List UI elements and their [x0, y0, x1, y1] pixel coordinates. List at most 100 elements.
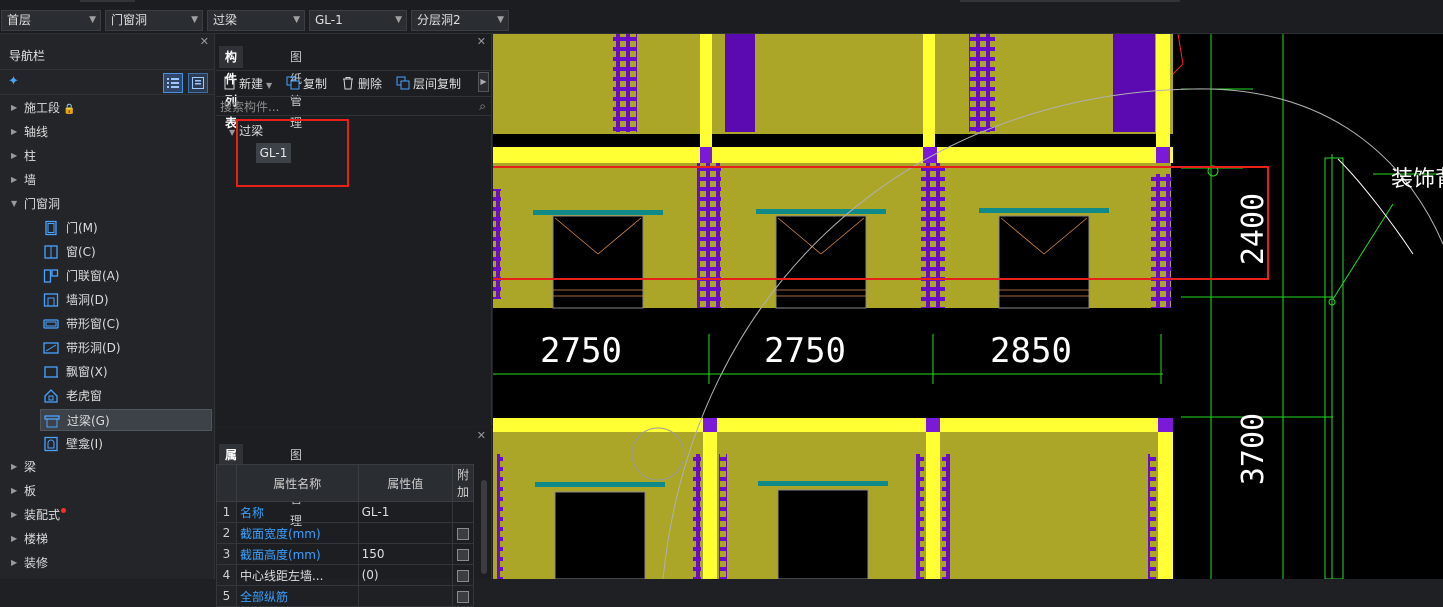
- nav-item-decoration[interactable]: ▶ 装修: [0, 551, 214, 575]
- more-options-button[interactable]: ▶: [478, 72, 489, 92]
- extra-checkbox[interactable]: [457, 569, 469, 582]
- property-row[interactable]: 1 名称 GL-1: [216, 501, 474, 523]
- floor-copy-button-label: 层间复制: [413, 77, 462, 91]
- window-icon: [44, 245, 58, 259]
- component-select[interactable]: GL-1 ▼: [309, 10, 407, 31]
- scrollbar[interactable]: [481, 480, 487, 574]
- detail-view-button[interactable]: [188, 73, 208, 93]
- nav-item-label: 楼梯: [24, 532, 49, 546]
- expand-arrow-icon: ▶: [11, 103, 18, 112]
- close-icon[interactable]: ✕: [477, 429, 486, 442]
- property-value[interactable]: (0): [357, 564, 454, 586]
- tab-drawing-management[interactable]: 图纸管理: [284, 46, 308, 130]
- nav-item-construction-section[interactable]: ▶ 施工段 🔒: [0, 96, 214, 120]
- close-icon[interactable]: ✕: [477, 35, 486, 48]
- floor-select[interactable]: 首层 ▼: [1, 10, 101, 31]
- column: [1158, 418, 1173, 579]
- row-index: 4: [216, 564, 237, 586]
- column-node: [923, 147, 937, 163]
- tab-component-list[interactable]: 构件列表: [219, 46, 244, 130]
- nav-item-beam[interactable]: ▶ 梁: [0, 455, 214, 479]
- component-search: ⌕: [216, 96, 492, 116]
- nav-subitem-bay-window[interactable]: 飘窗(X): [40, 361, 212, 383]
- search-input[interactable]: [218, 98, 468, 115]
- nav-subitem-strip-opening[interactable]: 带形洞(D): [40, 337, 212, 359]
- nav-subitem-label: 飘窗(X): [66, 365, 108, 379]
- expand-arrow-icon: ▶: [11, 462, 18, 471]
- drawing-canvas[interactable]: 2750 2750 2850 2400 3700 装饰背景: [493, 34, 1443, 579]
- nav-item-label: 柱: [24, 149, 37, 163]
- expand-arrow-icon: ▶: [11, 510, 18, 519]
- pin-icon[interactable]: ✦: [8, 74, 19, 89]
- nav-subitem-niche[interactable]: 壁龛(I): [40, 433, 212, 455]
- lintel: [535, 482, 665, 487]
- nav-item-column[interactable]: ▶ 柱: [0, 144, 214, 168]
- cad-drawing[interactable]: 2750 2750 2850 2400 3700 装饰背景: [493, 34, 1443, 579]
- nav-subitem-door-window[interactable]: 门联窗(A): [40, 265, 212, 287]
- red-marker: [1172, 34, 1184, 75]
- beam: [493, 418, 1173, 432]
- property-row[interactable]: 5 全部纵筋: [216, 585, 474, 607]
- component-type-select[interactable]: 过梁 ▼: [207, 10, 305, 31]
- nav-item-axis[interactable]: ▶ 轴线: [0, 120, 214, 144]
- close-icon[interactable]: ✕: [200, 35, 209, 48]
- nav-item-door-window-opening[interactable]: ▼ 门窗洞: [0, 192, 214, 216]
- extra-checkbox[interactable]: [457, 590, 469, 603]
- property-row[interactable]: 3 截面高度(mm) 150: [216, 543, 474, 565]
- nav-item-slab[interactable]: ▶ 板: [0, 479, 214, 503]
- side-label: 装饰背景: [1391, 167, 1443, 192]
- nav-toolbar: ✦: [0, 69, 214, 95]
- nav-subitem-lintel[interactable]: 过梁(G): [40, 409, 212, 431]
- detail-view-icon: [192, 77, 204, 89]
- column-rebar: [493, 189, 501, 299]
- nav-subitem-window[interactable]: 窗(C): [40, 241, 212, 263]
- tree-node-lintel[interactable]: ▼ 过梁: [229, 122, 263, 139]
- property-value[interactable]: [357, 585, 454, 607]
- property-value[interactable]: 150: [357, 543, 454, 565]
- nav-item-wall[interactable]: ▶ 墙: [0, 168, 214, 192]
- column-node: [703, 418, 717, 432]
- notification-dot: [61, 508, 66, 513]
- list-view-icon: [167, 78, 179, 88]
- tab-layer-management[interactable]: 图层管理: [284, 444, 308, 528]
- column-rebar: [719, 454, 727, 579]
- nav-subitem-dormer-window[interactable]: 老虎窗: [40, 385, 212, 407]
- extra-checkbox[interactable]: [457, 548, 469, 561]
- column-rebar: [725, 34, 755, 132]
- layer-select[interactable]: 分层洞2 ▼: [411, 10, 509, 31]
- window-opening: [777, 489, 869, 579]
- dropdown-arrow-icon: ▼: [293, 15, 300, 25]
- copy-icon: [286, 76, 300, 90]
- nav-subitem-strip-window[interactable]: 带形窗(C): [40, 313, 212, 335]
- list-view-button[interactable]: [163, 73, 183, 93]
- property-row[interactable]: 2 截面宽度(mm): [216, 522, 474, 544]
- property-value[interactable]: [357, 522, 454, 544]
- extra-checkbox[interactable]: [457, 527, 469, 540]
- tab-property-list[interactable]: 属性列表: [219, 444, 244, 528]
- column-rebar: [693, 454, 701, 579]
- nav-item-prefab[interactable]: ▶ 装配式: [0, 503, 214, 527]
- floor-copy-button[interactable]: 层间复制: [396, 75, 461, 93]
- expand-arrow-icon: ▶: [11, 151, 18, 160]
- vertical-dimension-text: 3700: [1236, 413, 1271, 485]
- bay-window-icon: [44, 366, 58, 378]
- ribbon-remnant: [80, 0, 135, 2]
- dropdown-arrow-icon: ▼: [89, 15, 96, 25]
- category-select[interactable]: 门窗洞 ▼: [105, 10, 203, 31]
- property-value[interactable]: GL-1: [357, 501, 454, 523]
- copy-button[interactable]: 复制: [286, 75, 327, 93]
- nav-item-stairs[interactable]: ▶ 楼梯: [0, 527, 214, 551]
- delete-button[interactable]: 删除: [341, 75, 382, 93]
- nav-subitem-door[interactable]: 门(M): [40, 217, 212, 239]
- window-opening: [998, 215, 1090, 309]
- tree-node-gl1[interactable]: GL-1: [256, 143, 291, 163]
- column-node: [700, 147, 712, 163]
- component-toolbar: 新建 ▼ 复制 删除 层间复制: [216, 70, 492, 96]
- new-button[interactable]: 新建 ▼: [222, 75, 272, 93]
- lock-icon: 🔒: [63, 104, 76, 115]
- property-row[interactable]: 4 中心线距左墙... (0): [216, 564, 474, 586]
- search-icon[interactable]: ⌕: [479, 99, 486, 114]
- nav-subitem-wall-opening[interactable]: 墙洞(D): [40, 289, 212, 311]
- lintel: [533, 210, 663, 215]
- nav-item-label: 施工段: [24, 101, 61, 115]
